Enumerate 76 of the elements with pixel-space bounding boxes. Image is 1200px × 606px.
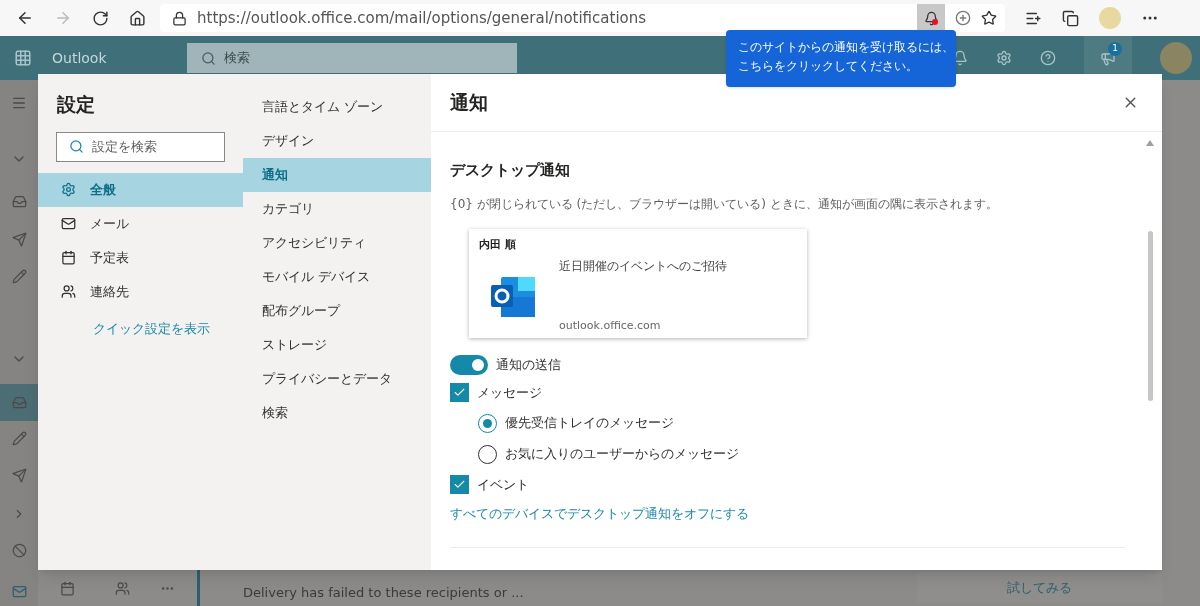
reload-icon[interactable] — [92, 9, 109, 27]
settings-subcategory[interactable]: ストレージ — [243, 328, 431, 362]
people-icon[interactable] — [115, 580, 130, 596]
settings-subcategory[interactable]: デザイン — [243, 124, 431, 158]
settings-title: 設定 — [57, 92, 95, 117]
toggle-switch[interactable] — [450, 354, 488, 375]
help-icon[interactable] — [1040, 50, 1056, 66]
settings-search-field[interactable]: 設定を検索 — [56, 131, 225, 162]
panel-title: 通知 — [450, 90, 488, 116]
inbox-icon[interactable] — [11, 395, 27, 410]
tooltip-text: このサイトからの通知を受け取るには、 — [738, 39, 954, 56]
radio-label: 優先受信トレイのメッセージ — [505, 414, 674, 433]
settings-category[interactable]: 連絡先 — [38, 274, 243, 309]
megaphone-icon[interactable] — [1100, 50, 1116, 66]
settings-subcategory[interactable]: プライバシーとデータ — [243, 362, 431, 396]
collections-icon[interactable] — [1062, 9, 1079, 27]
inbox-icon[interactable] — [11, 194, 27, 209]
checkbox[interactable] — [450, 383, 469, 402]
section-description: {0} が閉じられている (ただし、ブラウザーは開いている) ときに、通知が画面の隅に表示されます。 — [450, 195, 999, 213]
section-heading: デスクトップ通知 — [450, 160, 570, 181]
preview-sender: 内田 順 — [479, 236, 516, 253]
url-text: https://outlook.office.com/mail/options/general/notifications — [197, 7, 648, 29]
radio-button[interactable] — [478, 413, 497, 433]
address-bar[interactable]: https://outlook.office.com/mail/options/general/notifications — [160, 4, 1005, 32]
radio-button[interactable] — [478, 444, 497, 464]
settings-subcategory[interactable]: 配布グループ — [243, 294, 431, 328]
turn-off-link[interactable]: すべてのデバイスでデスクトップ通知をオフにする — [450, 503, 749, 523]
pencil-icon[interactable] — [11, 269, 27, 284]
preview-domain: outlook.office.com — [559, 317, 661, 334]
forward-icon[interactable] — [54, 9, 72, 27]
checkbox-label: イベント — [477, 475, 529, 494]
settings-subcategory[interactable]: カテゴリ — [243, 192, 431, 226]
plus-circle-icon[interactable] — [955, 10, 971, 26]
gear-icon — [61, 182, 76, 197]
app-name: Outlook — [52, 48, 107, 68]
checkbox[interactable] — [450, 475, 469, 494]
settings-category[interactable]: 全般 — [38, 172, 243, 207]
scroll-up-icon[interactable] — [1146, 140, 1154, 146]
search-icon — [69, 139, 84, 154]
notification-badge: 1 — [1108, 42, 1122, 56]
settings-subcategory[interactable]: 通知 — [243, 158, 431, 192]
settings-subcategory[interactable]: アクセシビリティ — [243, 226, 431, 260]
message-preview: Delivery has failed to these recipients or ... — [243, 584, 524, 603]
people-icon — [61, 284, 76, 299]
notification-blocked-icon[interactable] — [917, 4, 945, 32]
star-icon[interactable] — [981, 10, 997, 26]
app-launcher-icon[interactable] — [14, 49, 32, 67]
calendar-icon — [61, 250, 76, 265]
settings-subcategory[interactable]: 言語とタイム ゾーン — [243, 90, 431, 124]
settings-category[interactable]: メール — [38, 206, 243, 241]
settings-category[interactable]: 予定表 — [38, 240, 243, 275]
pencil-icon[interactable] — [11, 431, 27, 446]
mail-app-icon — [491, 276, 537, 319]
checkmark-icon — [453, 386, 466, 399]
quick-settings-link[interactable]: クイック設定を表示 — [93, 318, 210, 338]
search-field[interactable]: 検索 — [186, 43, 517, 73]
send-icon[interactable] — [11, 468, 27, 483]
tooltip-text: こちらをクリックしてください。 — [738, 58, 918, 75]
lock-icon — [172, 10, 187, 26]
search-icon — [200, 50, 216, 66]
radio-label: お気に入りのユーザーからのメッセージ — [505, 445, 739, 464]
toggle-label: 通知の送信 — [496, 355, 561, 374]
settings-subcategory[interactable]: 検索 — [243, 396, 431, 430]
back-icon[interactable] — [16, 9, 34, 27]
calendar-icon[interactable] — [60, 580, 75, 596]
blocked-icon[interactable] — [11, 543, 27, 558]
home-icon[interactable] — [129, 9, 146, 27]
mail-icon[interactable] — [11, 584, 27, 599]
checkbox-label: メッセージ — [477, 383, 542, 402]
settings-subcategory[interactable]: モバイル デバイス — [243, 260, 431, 294]
menu-icon[interactable] — [11, 95, 27, 111]
checkmark-icon — [453, 478, 466, 491]
settings-icon[interactable] — [996, 50, 1012, 66]
preview-subject: 近日開催のイベントへのご招待 — [559, 257, 727, 275]
send-icon[interactable] — [11, 232, 27, 247]
mail-icon — [61, 216, 76, 231]
